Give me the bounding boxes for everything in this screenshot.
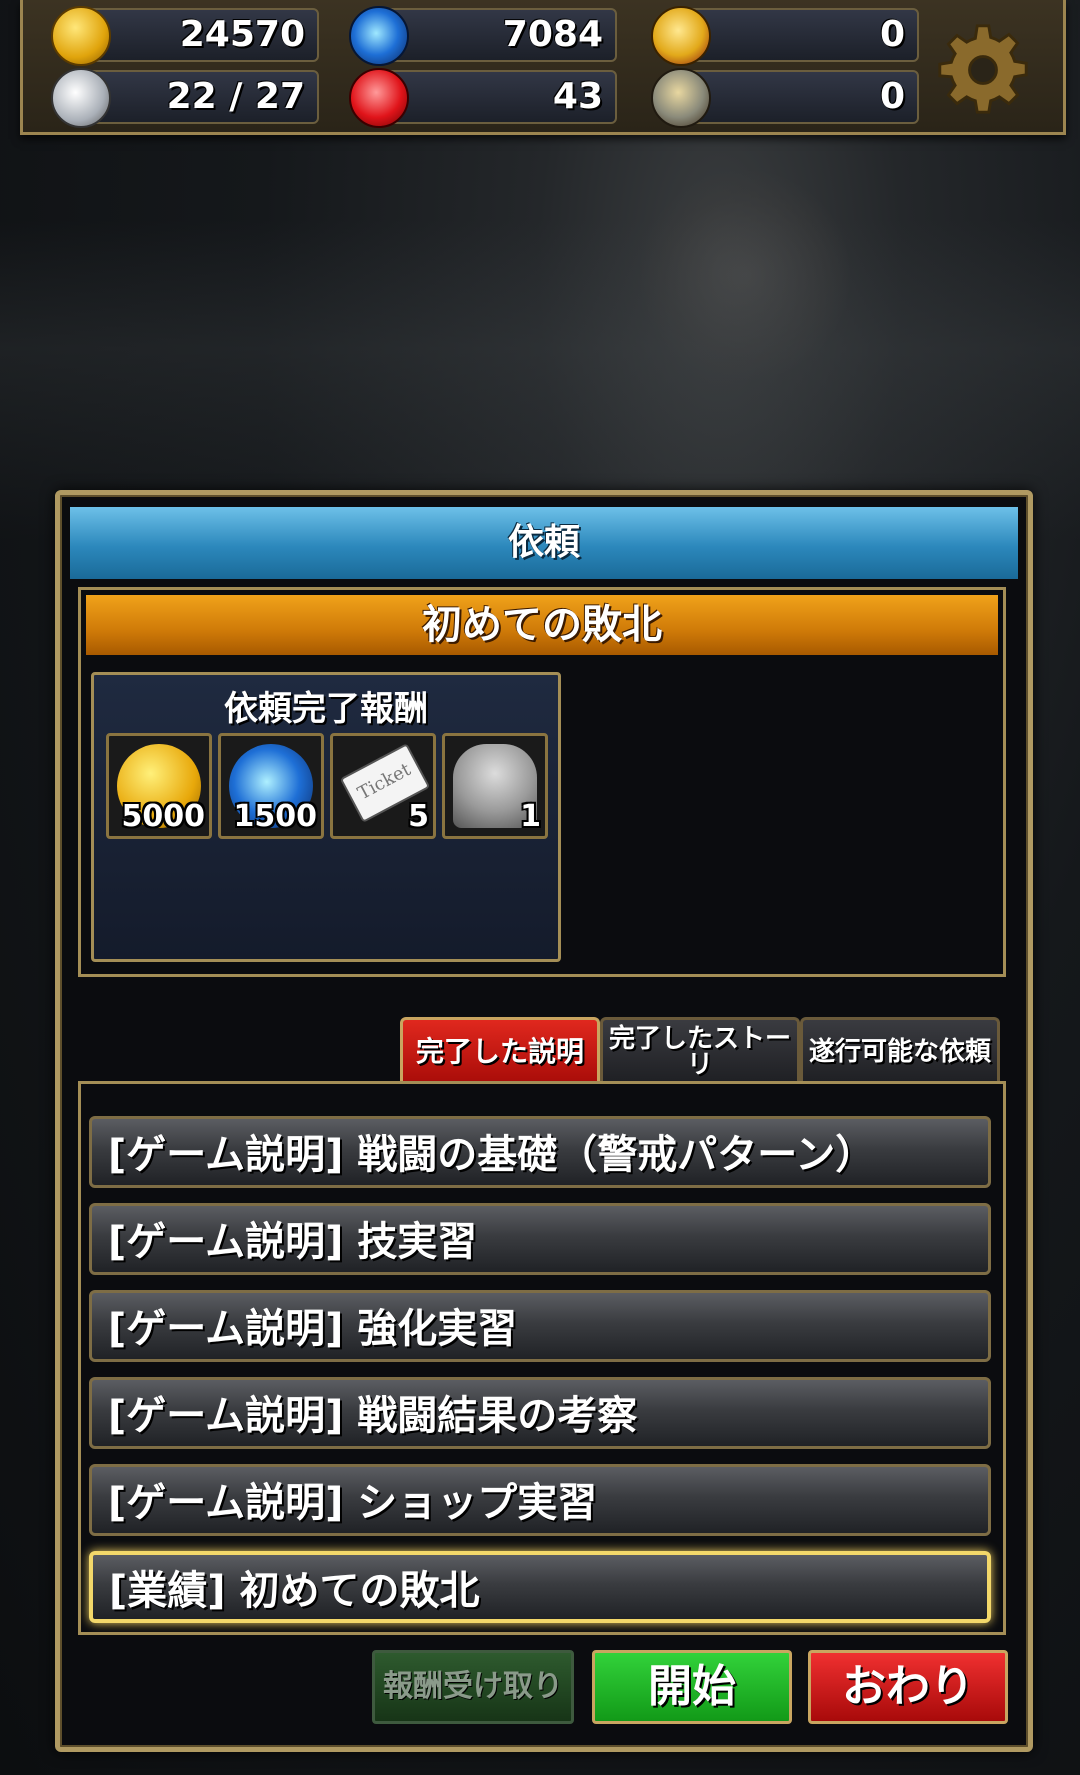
ruby-counter: 43 (349, 68, 617, 128)
medal-icon (651, 6, 711, 66)
reward-item-ticket[interactable]: Ticket 5 (330, 733, 436, 839)
medal-value: 0 (879, 14, 905, 55)
reward-count: 5000 (121, 799, 206, 834)
reward-count: 1 (520, 799, 541, 834)
end-button[interactable]: おわり (808, 1650, 1008, 1724)
list-item[interactable]: [ゲーム説明] 戦闘結果の考察 (89, 1377, 991, 1449)
tab-completed-story[interactable]: 完了したストーリ (600, 1017, 800, 1084)
reward-item-character[interactable]: 1 (442, 733, 548, 839)
list-item[interactable]: [ゲーム説明] 強化実習 (89, 1290, 991, 1362)
tab-available-quests[interactable]: 遂行可能な依頼 (800, 1017, 1000, 1084)
tab-completed-tutorials[interactable]: 完了した説明 (400, 1017, 600, 1084)
coin-counter: 24570 (51, 6, 319, 66)
quest-panel: 依頼 初めての敗北 依頼完了報酬 5000 1500 Ticket 5 1 完了… (55, 490, 1033, 1752)
ruby-value: 43 (552, 76, 603, 117)
list-item[interactable]: [ゲーム説明] 技実習 (89, 1203, 991, 1275)
stamina-counter: 22 / 27 (51, 68, 319, 128)
orb-value: 7084 (502, 14, 603, 55)
start-button[interactable]: 開始 (592, 1650, 792, 1724)
reward-box: 依頼完了報酬 5000 1500 Ticket 5 1 (91, 672, 561, 962)
orb-counter: 7084 (349, 6, 617, 66)
reward-item-coin[interactable]: 5000 (106, 733, 212, 839)
settings-gear-icon[interactable] (935, 22, 1031, 118)
stamina-value: 22 / 27 (166, 76, 305, 117)
resource-bar: 24570 22 / 27 7084 43 0 0 (20, 0, 1066, 135)
list-item[interactable]: [ゲーム説明] 戦闘の基礎（警戒パターン） (89, 1116, 991, 1188)
medal-counter: 0 (651, 6, 919, 66)
quest-title: 初めての敗北 (86, 595, 998, 655)
claim-reward-button[interactable]: 報酬受け取り (372, 1650, 574, 1724)
reward-item-orb[interactable]: 1500 (218, 733, 324, 839)
quest-detail: 初めての敗北 依頼完了報酬 5000 1500 Ticket 5 1 (78, 587, 1006, 977)
reward-title: 依頼完了報酬 (224, 689, 428, 729)
coin-icon (51, 6, 111, 66)
bomb-counter: 0 (651, 68, 919, 128)
panel-title: 依頼 (70, 507, 1018, 579)
coin-value: 24570 (179, 14, 305, 55)
ruby-icon (349, 68, 409, 128)
wing-icon (51, 68, 111, 128)
blue-orb-icon (349, 6, 409, 66)
reward-count: 1500 (233, 799, 318, 834)
reward-count: 5 (408, 799, 429, 834)
list-item-selected[interactable]: [業績] 初めての敗北 (89, 1551, 991, 1623)
quest-list[interactable]: [ゲーム説明] 戦闘の基礎（警戒パターン） [ゲーム説明] 技実習 [ゲーム説明… (78, 1081, 1006, 1635)
list-item[interactable]: [ゲーム説明] ショップ実習 (89, 1464, 991, 1536)
bomb-value: 0 (879, 76, 905, 117)
bomb-icon (651, 68, 711, 128)
